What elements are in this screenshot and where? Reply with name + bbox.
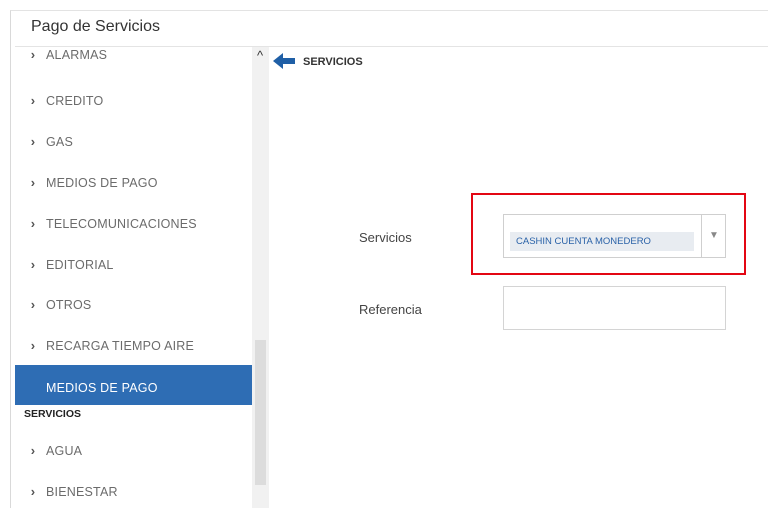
sidebar-section-header: SERVICIOS	[24, 408, 81, 420]
referencia-label: Referencia	[359, 302, 422, 317]
chevron-right-icon: ›	[30, 47, 36, 62]
sidebar-item-label: CREDITO	[46, 94, 104, 108]
chevron-right-icon: ›	[30, 175, 36, 190]
sidebar-item-gas[interactable]: › GAS	[15, 134, 252, 172]
sidebar: › ALARMAS › CREDITO › GAS › MEDIOS DE PA…	[15, 47, 252, 508]
sidebar-item-label: ALARMAS	[46, 48, 108, 62]
sidebar-item-label: GAS	[46, 135, 73, 149]
sidebar-item-label: BIENESTAR	[46, 485, 118, 499]
chevron-right-icon: ›	[30, 443, 36, 458]
sidebar-item-label: TELECOMUNICACIONES	[46, 217, 197, 231]
sidebar-item-label: MEDIOS DE PAGO	[46, 176, 158, 190]
sidebar-item-medios-de-pago-active[interactable]: MEDIOS DE PAGO	[15, 365, 252, 405]
chevron-right-icon: ›	[30, 216, 36, 231]
sidebar-item-label: AGUA	[46, 444, 83, 458]
sidebar-item-bienestar[interactable]: › BIENESTAR	[15, 484, 252, 508]
chevron-right-icon: ›	[30, 297, 36, 312]
sidebar-item-alarmas[interactable]: › ALARMAS	[15, 47, 252, 85]
arrow-left-icon[interactable]	[273, 52, 295, 70]
sidebar-item-label: RECARGA TIEMPO AIRE	[46, 339, 195, 353]
breadcrumb: SERVICIOS	[303, 56, 363, 68]
servicios-label: Servicios	[359, 230, 412, 245]
sidebar-item-editorial[interactable]: › EDITORIAL	[15, 257, 252, 295]
sidebar-item-medios-de-pago[interactable]: › MEDIOS DE PAGO	[15, 175, 252, 213]
chevron-right-icon: ›	[30, 134, 36, 149]
highlight-box	[471, 193, 746, 275]
chevron-right-icon: ›	[30, 484, 36, 499]
chevron-right-icon: ›	[30, 93, 36, 108]
chevron-up-icon[interactable]: ^	[253, 49, 267, 63]
chevron-right-icon: ›	[30, 257, 36, 272]
sidebar-item-otros[interactable]: › OTROS	[15, 297, 252, 335]
referencia-input[interactable]	[503, 286, 726, 330]
sidebar-item-telecomunicaciones[interactable]: › TELECOMUNICACIONES	[15, 216, 252, 254]
sidebar-item-label: OTROS	[46, 298, 92, 312]
sidebar-item-label: MEDIOS DE PAGO	[46, 381, 158, 395]
page-title: Pago de Servicios	[31, 18, 160, 35]
sidebar-item-agua[interactable]: › AGUA	[15, 443, 252, 481]
scrollbar-thumb[interactable]	[255, 340, 266, 485]
sidebar-item-label: EDITORIAL	[46, 258, 114, 272]
sidebar-item-credito[interactable]: › CREDITO	[15, 93, 252, 131]
chevron-right-icon: ›	[30, 338, 36, 353]
